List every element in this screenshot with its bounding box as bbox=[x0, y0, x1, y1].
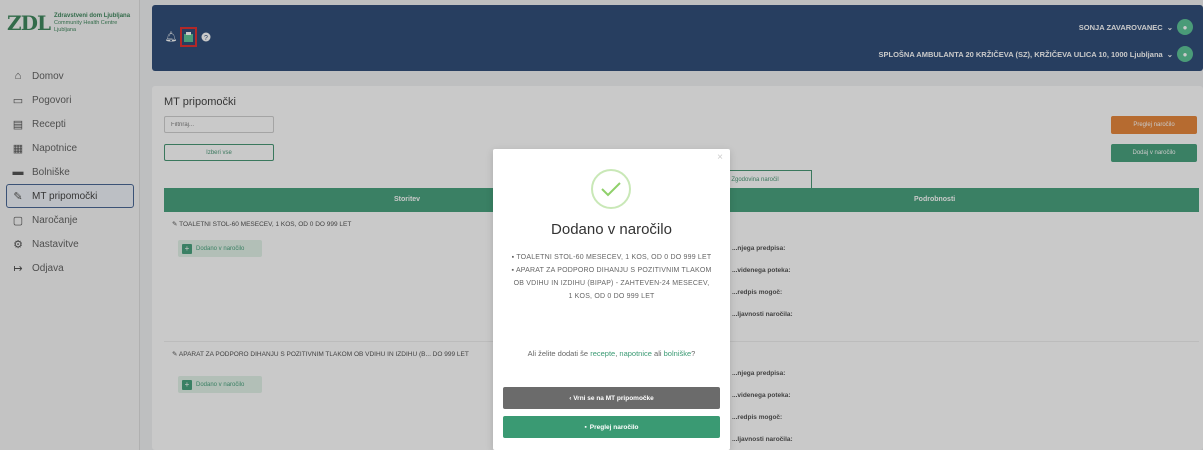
success-check-icon bbox=[591, 169, 631, 209]
review-order-modal-button[interactable]: ▪ Preglej naročilo bbox=[503, 416, 720, 438]
modal-title: Dodano v naročilo bbox=[551, 221, 672, 238]
back-to-mt-button[interactable]: ‹ Vrni se na MT pripomočke bbox=[503, 387, 720, 409]
modal-item-list: ▪ TOALETNI STOL-60 MESECEV, 1 KOS, OD 0 … bbox=[511, 251, 712, 303]
review-order-label: Preglej naročilo bbox=[589, 423, 639, 431]
link-bolniske[interactable]: bolniške bbox=[664, 349, 692, 358]
link-recepti[interactable]: recepte bbox=[590, 349, 615, 358]
link-napotnice[interactable]: napotnice bbox=[619, 349, 652, 358]
modal-item: ▪ APARAT ZA PODPORO DIHANJU S POZITIVNIM… bbox=[511, 267, 712, 300]
close-icon[interactable]: × bbox=[717, 152, 723, 163]
cart-icon: ▪ bbox=[584, 423, 587, 431]
added-to-order-modal: × Dodano v naročilo ▪ TOALETNI STOL-60 M… bbox=[493, 149, 730, 450]
modal-item: ▪ TOALETNI STOL-60 MESECEV, 1 KOS, OD 0 … bbox=[511, 254, 712, 261]
modal-question: Ali želite dodati še recepte, napotnice … bbox=[527, 349, 696, 358]
